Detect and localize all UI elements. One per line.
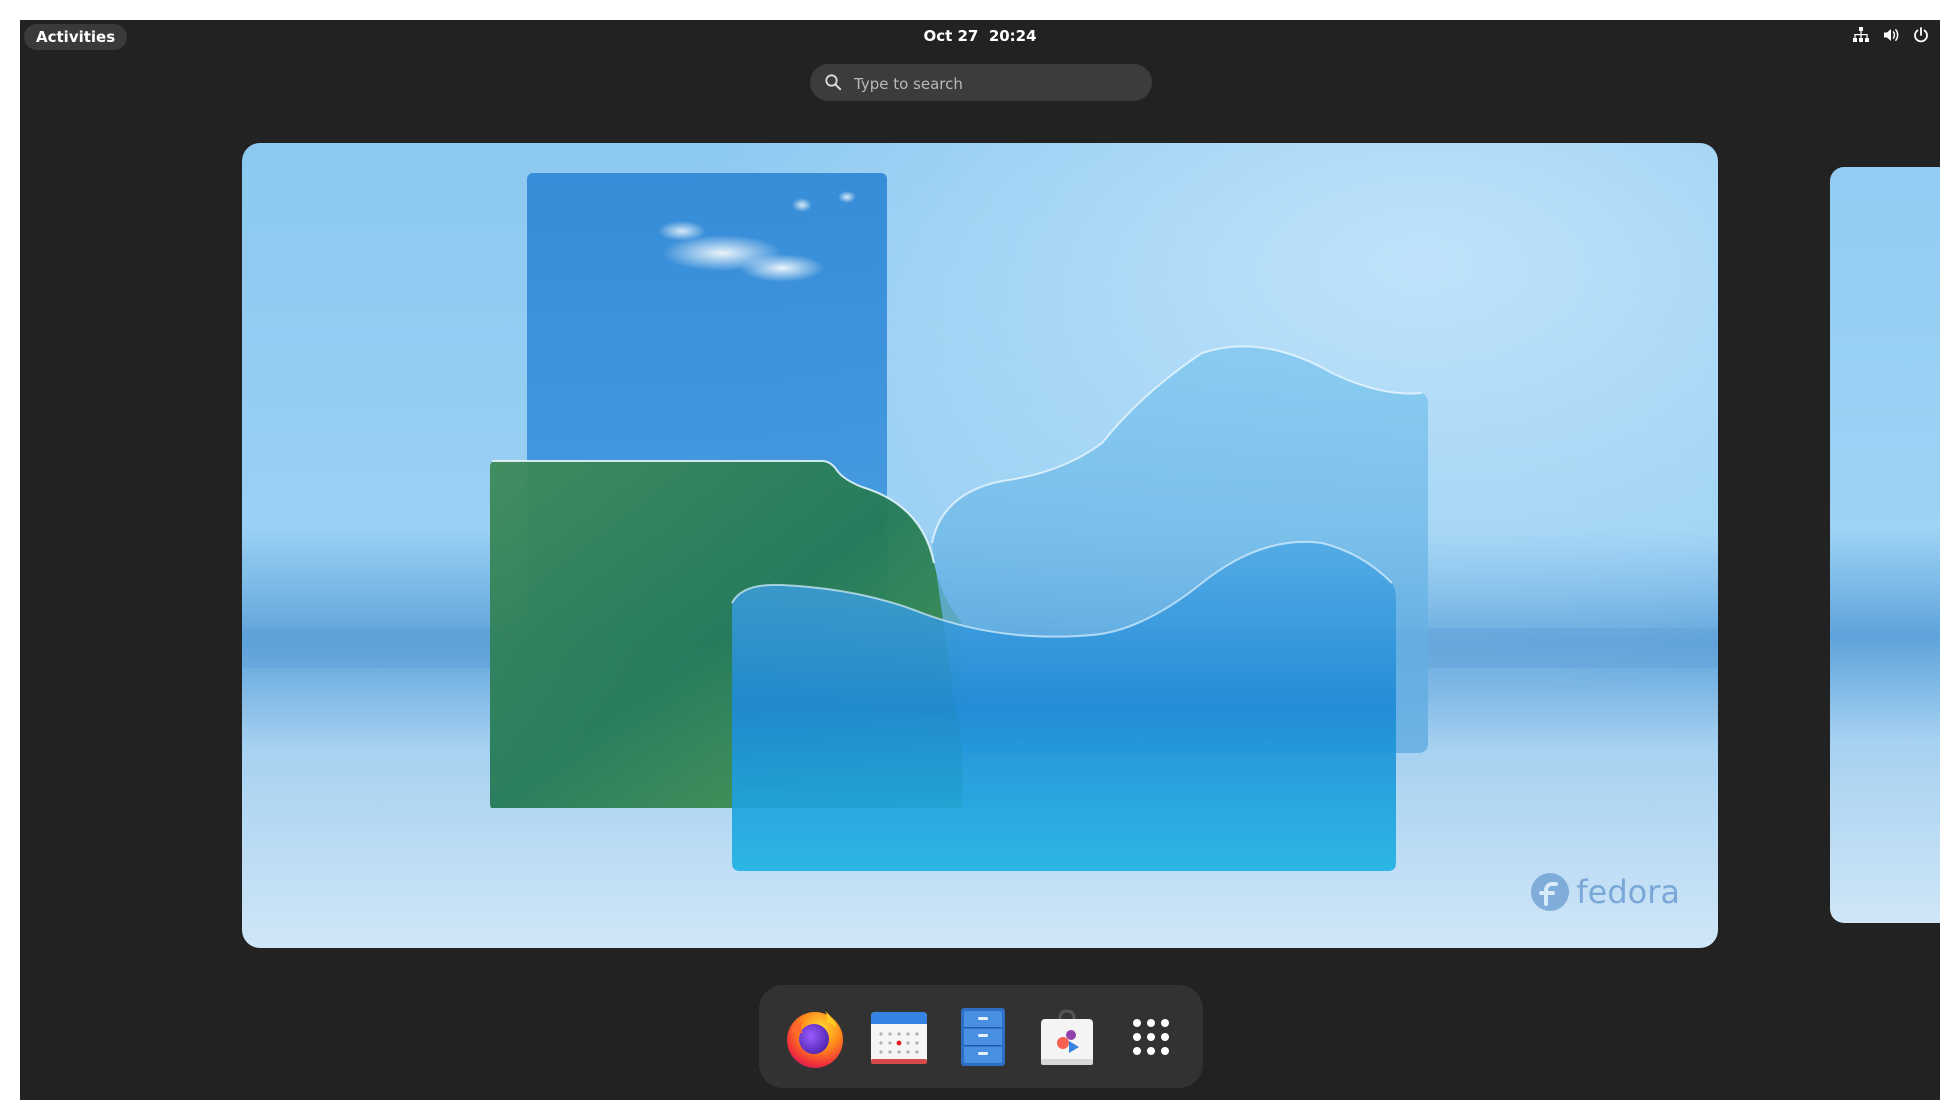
- fedora-logo: fedora: [1530, 872, 1680, 912]
- firefox-icon: [787, 1011, 843, 1068]
- search-icon: [825, 74, 842, 91]
- fedora-icon: [1531, 873, 1570, 911]
- dock-show-apps[interactable]: [1117, 1003, 1185, 1071]
- fedora-wordmark: fedora: [1576, 873, 1680, 911]
- activities-button[interactable]: Activities: [24, 24, 128, 50]
- calendar-icon: [871, 1012, 927, 1064]
- clock-button[interactable]: Oct 27 20:24: [923, 27, 1036, 45]
- search-input[interactable]: [852, 64, 1146, 103]
- files-icon: [961, 1008, 1005, 1066]
- workspace-thumbnail-next[interactable]: [1830, 167, 1940, 923]
- power-icon[interactable]: [1912, 26, 1930, 44]
- dock-software[interactable]: [1033, 1003, 1101, 1071]
- dock-files[interactable]: [949, 1003, 1017, 1071]
- software-icon: [1041, 1009, 1093, 1065]
- network-icon[interactable]: [1852, 26, 1870, 44]
- dock-calendar[interactable]: [865, 1003, 933, 1071]
- workspace-thumbnail-current[interactable]: fedora: [242, 143, 1718, 948]
- desktop-screen: Activities Oct 27 20:24 Type to search f…: [20, 20, 1940, 1100]
- dock-firefox[interactable]: [781, 1003, 849, 1071]
- clock: Oct 27 20:24: [20, 20, 1940, 52]
- show-apps-icon: [1133, 1019, 1169, 1055]
- clock-date: Oct 27: [923, 27, 979, 45]
- top-bar: Activities Oct 27 20:24: [20, 20, 1940, 52]
- clock-time: 20:24: [988, 27, 1037, 45]
- search-box[interactable]: [810, 64, 1152, 103]
- system-tray[interactable]: [1852, 26, 1930, 48]
- wallpaper-image: [242, 173, 1718, 871]
- volume-icon[interactable]: [1882, 26, 1900, 44]
- dash-dock: [759, 985, 1203, 1088]
